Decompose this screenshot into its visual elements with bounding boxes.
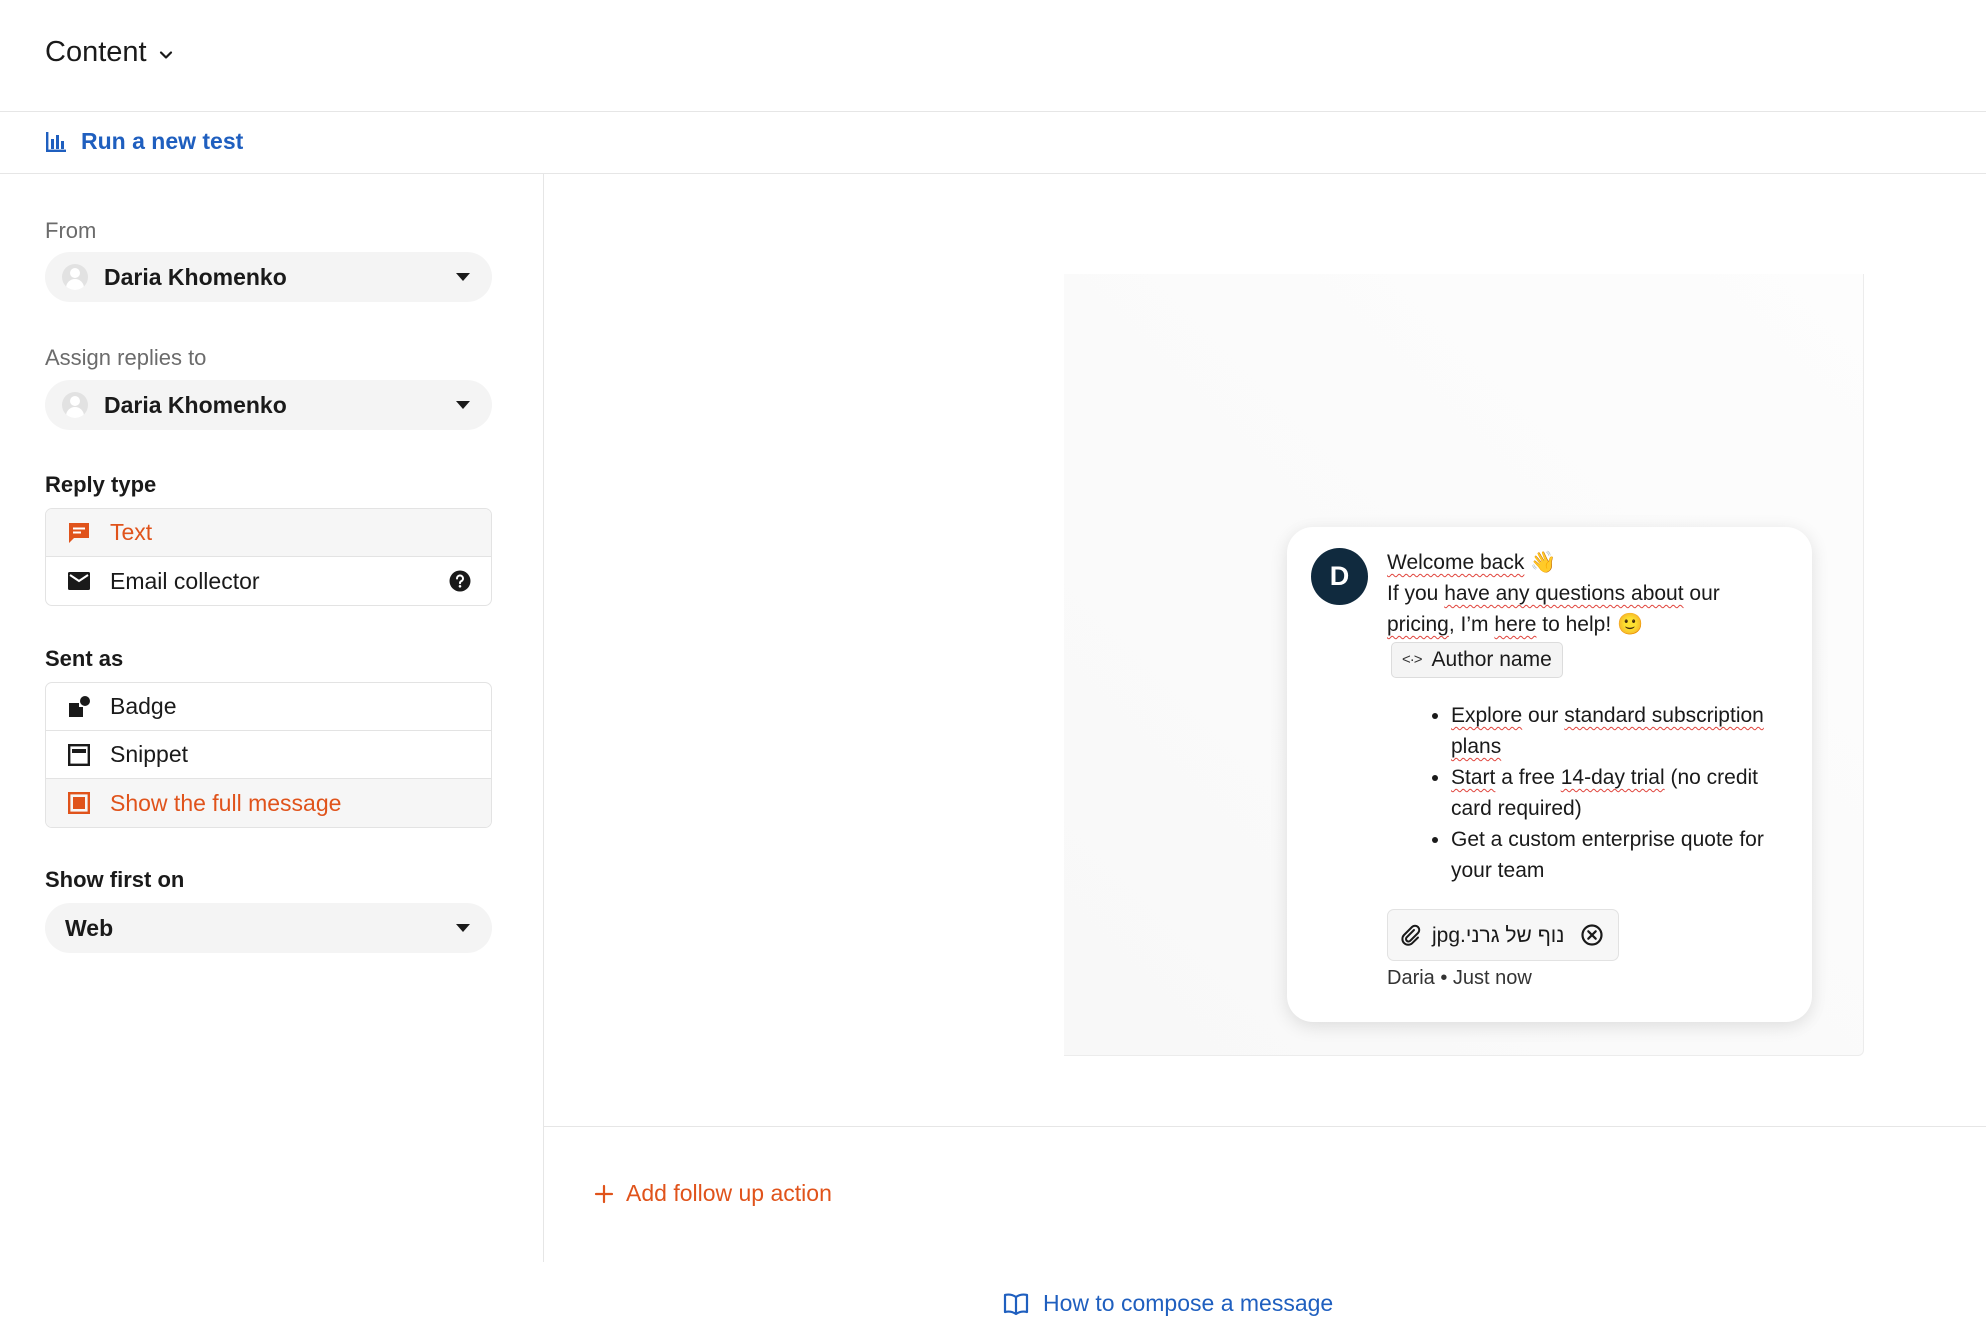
- message-meta: Daria • Just now: [1387, 967, 1532, 989]
- from-value: Daria Khomenko: [104, 263, 287, 290]
- author-name-variable-chip[interactable]: <·> Author name: [1391, 642, 1563, 678]
- attachment-chip[interactable]: נוף של גרני.jpg: [1387, 909, 1620, 961]
- wave-emoji: 👋: [1530, 551, 1557, 574]
- run-test-button[interactable]: Run a new test: [45, 128, 243, 155]
- sent-as-label: Sent as: [45, 646, 124, 671]
- text-segment: Get a custom enterprise quote for your t…: [1451, 828, 1764, 882]
- sent-as-snippet-label: Snippet: [110, 741, 189, 767]
- caret-down-icon: [456, 273, 470, 281]
- show-first-on-value: Web: [65, 914, 114, 941]
- reply-type-group: Text Email collector: [45, 508, 492, 606]
- add-follow-up-label: Add follow up action: [626, 1180, 832, 1206]
- plus-icon: [594, 1184, 614, 1203]
- text-segment: to help!: [1542, 613, 1612, 636]
- sent-as-group: Badge Snippet Show the full message: [45, 682, 492, 828]
- assign-label: Assign replies to: [45, 345, 207, 370]
- message-preview-card: D Welcome back 👋 If you have any questio…: [1287, 527, 1812, 1022]
- how-to-compose-link[interactable]: How to compose a message: [1003, 1290, 1333, 1317]
- reply-type-label: Reply type: [45, 472, 157, 497]
- assign-select[interactable]: Daria Khomenko: [45, 380, 492, 430]
- caret-down-icon: [456, 924, 470, 932]
- text-segment-underlined: here: [1494, 613, 1537, 636]
- page-title: Content: [45, 36, 147, 68]
- sent-as-full-option[interactable]: Show the full message: [46, 779, 491, 827]
- message-greeting-line: Welcome back 👋: [1387, 547, 1797, 578]
- show-first-on-select[interactable]: Web: [45, 903, 492, 953]
- badge-icon: [66, 694, 92, 720]
- page-header: Content: [0, 0, 1986, 112]
- text-segment: a free: [1495, 766, 1561, 789]
- how-to-compose-label: How to compose a message: [1043, 1290, 1334, 1316]
- reply-type-text-option[interactable]: Text: [46, 509, 491, 557]
- text-segment-underlined: pricing: [1387, 613, 1449, 636]
- author-name-chip-label: Author name: [1431, 648, 1552, 671]
- snippet-icon: [66, 742, 92, 768]
- book-icon: [1003, 1293, 1029, 1315]
- from-label: From: [45, 218, 97, 243]
- text-segment: , I’m: [1448, 613, 1489, 636]
- add-follow-up-button[interactable]: Add follow up action: [594, 1180, 832, 1207]
- list-item: Start a free 14-day trial (no credit car…: [1451, 762, 1797, 824]
- text-segment: our: [1689, 582, 1720, 605]
- divider: [544, 1126, 1986, 1127]
- run-test-label: Run a new test: [81, 128, 244, 154]
- text-segment: If you: [1387, 582, 1439, 605]
- list-item: Explore our standard subscription plans: [1451, 700, 1797, 762]
- sent-as-badge-label: Badge: [110, 693, 177, 719]
- reply-type-email-label: Email collector: [110, 567, 260, 594]
- text-segment-underlined: Explore: [1451, 704, 1523, 727]
- smile-emoji: 🙂: [1617, 613, 1644, 636]
- paperclip-icon: [1401, 924, 1421, 946]
- text-segment-underlined: have any questions about: [1444, 582, 1684, 605]
- sent-as-full-label: Show the full message: [110, 789, 342, 816]
- caret-down-icon: [456, 401, 470, 409]
- list-item: Get a custom enterprise quote for your t…: [1451, 824, 1797, 886]
- message-bullet-list: Explore our standard subscription plans …: [1387, 700, 1797, 886]
- settings-sidebar: From Daria Khomenko Assign replies to Da…: [0, 174, 544, 1262]
- user-avatar-icon: [62, 264, 88, 290]
- sent-as-snippet-option[interactable]: Snippet: [46, 731, 491, 779]
- reply-type-text-label: Text: [110, 519, 153, 545]
- show-first-on-label: Show first on: [45, 867, 185, 892]
- author-avatar: D: [1311, 548, 1368, 605]
- greeting-text: Welcome back: [1387, 551, 1525, 574]
- message-body[interactable]: Welcome back 👋 If you have any questions…: [1387, 547, 1797, 994]
- help-icon[interactable]: [449, 570, 471, 592]
- full-message-icon: [66, 790, 92, 816]
- message-icon: [66, 520, 92, 546]
- attachment-filename: נוף של גרני.jpg: [1432, 923, 1565, 947]
- message-line-2: If you have any questions about our: [1387, 578, 1797, 609]
- content-dropdown[interactable]: Content: [45, 36, 175, 69]
- toolbar: Run a new test: [0, 112, 1986, 174]
- bar-chart-icon: [46, 131, 66, 152]
- from-select[interactable]: Daria Khomenko: [45, 252, 492, 302]
- assign-value: Daria Khomenko: [104, 391, 287, 418]
- text-segment-underlined: Start: [1451, 766, 1496, 789]
- remove-attachment-icon[interactable]: [1580, 923, 1604, 947]
- message-line-3: pricing, I’m here to help! 🙂: [1387, 609, 1797, 640]
- text-segment-underlined: 14-day trial: [1560, 766, 1665, 789]
- sent-as-badge-option[interactable]: Badge: [46, 683, 491, 731]
- envelope-icon: [66, 568, 92, 594]
- chevron-down-icon: [159, 50, 172, 59]
- code-icon: <·>: [1402, 651, 1422, 668]
- text-segment: our: [1522, 704, 1565, 727]
- user-avatar-icon: [62, 392, 88, 418]
- reply-type-email-option[interactable]: Email collector: [46, 557, 491, 605]
